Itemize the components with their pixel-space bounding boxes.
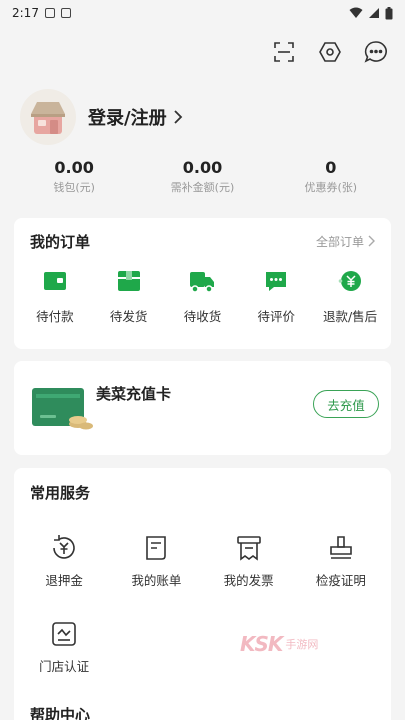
watermark-brand: KSK <box>240 632 283 656</box>
recharge-card-image <box>32 388 94 430</box>
service-deposit-refund-label: 退押金 <box>45 573 83 588</box>
coupons-label: 优惠券(张) <box>304 181 358 194</box>
all-orders-label: 全部订单 <box>315 234 364 249</box>
invoice-icon <box>235 534 263 562</box>
order-pending-receipt-label: 待收货 <box>183 309 222 324</box>
service-my-bills[interactable]: 我的账单 <box>110 516 202 602</box>
recharge-card-title: 美菜充值卡 <box>96 385 172 403</box>
recharge-button[interactable]: 去充值 <box>313 390 379 418</box>
order-pending-shipment-label: 待发货 <box>109 309 148 324</box>
order-refund-aftersale-label: 退款/售后 <box>322 309 378 324</box>
amount-due[interactable]: 0.00 需补金额(元) <box>142 158 262 204</box>
store-verify-icon <box>50 620 78 648</box>
service-quarantine-cert[interactable]: 检疫证明 <box>295 516 387 602</box>
app-notification-icon <box>60 8 71 18</box>
all-orders-link[interactable]: 全部订单 <box>316 233 375 250</box>
amount-due-value: 0.00 <box>182 158 223 177</box>
service-quarantine-cert-label: 检疫证明 <box>315 573 366 588</box>
watermark-logo: KSK 手游网 <box>240 632 318 656</box>
image-notification-icon <box>44 8 55 18</box>
login-register-link[interactable]: 登录/注册 <box>88 104 183 130</box>
signal-icon <box>369 8 379 18</box>
common-services-card: 常用服务 退押金 我的账单 我的发票 检疫证明 门店认证 <box>14 468 391 720</box>
coupons-value: 0 <box>325 158 337 177</box>
box-icon <box>116 268 142 294</box>
order-pending-receipt[interactable]: 待收货 <box>166 268 238 325</box>
service-store-verify[interactable]: 门店认证 <box>18 602 110 688</box>
top-toolbar <box>0 26 405 78</box>
profile-section: 登录/注册 <box>0 78 405 156</box>
service-store-verify-label: 门店认证 <box>39 659 90 674</box>
wallet-icon <box>42 268 68 294</box>
battery-icon <box>385 6 393 19</box>
coupons[interactable]: 0 优惠券(张) <box>271 158 391 204</box>
scan-icon[interactable] <box>271 39 297 65</box>
order-pending-payment-label: 待付款 <box>36 309 74 324</box>
wallet-summary: 0.00 钱包(元) 0.00 需补金额(元) 0 优惠券(张) <box>0 156 405 204</box>
help-center-title: 帮助中心 <box>30 706 91 720</box>
settings-icon[interactable] <box>317 39 343 65</box>
message-icon[interactable] <box>363 39 389 65</box>
order-pending-shipment[interactable]: 待发货 <box>93 268 165 325</box>
order-pending-review-label: 待评价 <box>257 309 296 324</box>
login-register-label: 登录/注册 <box>88 108 167 129</box>
status-bar: 2:17 <box>0 0 405 26</box>
truck-icon <box>189 268 215 294</box>
avatar[interactable] <box>20 89 76 145</box>
order-pending-payment[interactable]: 待付款 <box>19 268 91 325</box>
my-orders-card: 我的订单 全部订单 待付款 待发货 待收货 待评价 退款/售后 <box>14 218 391 349</box>
my-orders-title: 我的订单 <box>30 232 91 251</box>
deposit-refund-icon <box>50 534 78 562</box>
service-my-bills-label: 我的账单 <box>131 573 182 588</box>
service-deposit-refund[interactable]: 退押金 <box>18 516 110 602</box>
common-services-title: 常用服务 <box>30 483 91 502</box>
watermark-sub: 手游网 <box>285 638 319 651</box>
wallet-balance-label: 钱包(元) <box>53 181 95 194</box>
service-my-invoices-label: 我的发票 <box>223 573 274 588</box>
recharge-card-section: 美菜充值卡 去充值 <box>14 361 391 455</box>
bill-icon <box>142 534 170 562</box>
refund-icon <box>337 268 363 294</box>
comment-icon <box>263 268 289 294</box>
stamp-icon <box>327 534 355 562</box>
wallet-balance[interactable]: 0.00 钱包(元) <box>14 158 134 204</box>
chevron-right-icon <box>368 235 375 247</box>
order-pending-review[interactable]: 待评价 <box>240 268 312 325</box>
order-refund-aftersale[interactable]: 退款/售后 <box>314 268 386 325</box>
status-time: 2:17 <box>12 6 39 20</box>
wifi-icon <box>349 7 363 18</box>
chevron-right-icon <box>173 110 182 124</box>
service-my-invoices[interactable]: 我的发票 <box>203 516 295 602</box>
amount-due-label: 需补金额(元) <box>170 181 235 194</box>
wallet-balance-value: 0.00 <box>54 158 94 177</box>
store-avatar-icon <box>31 102 65 134</box>
